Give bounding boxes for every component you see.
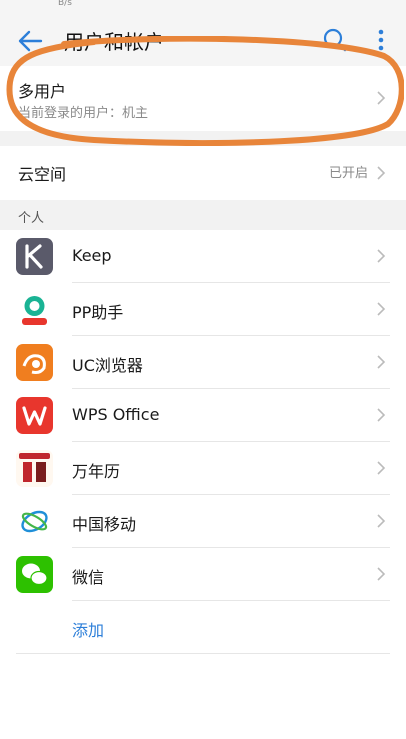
- chevron-right-icon: [377, 567, 386, 581]
- add-account-row[interactable]: 添加: [0, 601, 406, 654]
- cloud-space-title: 云空间: [18, 165, 67, 184]
- chevron-right-icon: [377, 166, 386, 180]
- chevron-right-icon: [377, 91, 386, 105]
- china-mobile-icon: [16, 503, 53, 540]
- wechat-icon: [16, 556, 53, 593]
- back-arrow-icon[interactable]: [16, 28, 44, 54]
- app-name: 微信: [72, 568, 105, 587]
- wps-office-icon: [16, 397, 53, 434]
- chevron-right-icon: [377, 514, 386, 528]
- status-bar: B/s: [0, 0, 406, 14]
- section-gap: [0, 131, 406, 146]
- chevron-right-icon: [377, 302, 386, 316]
- app-name: Keep: [72, 246, 112, 265]
- list-item-pp-assistant[interactable]: PP助手: [0, 283, 406, 336]
- multi-user-subtitle: 当前登录的用户：机主: [18, 106, 149, 121]
- list-item-wps-office[interactable]: WPS Office: [0, 389, 406, 442]
- section-title: 个人: [18, 211, 45, 226]
- list-item-keep[interactable]: Keep: [0, 230, 406, 283]
- cloud-space-row[interactable]: 云空间 已开启: [0, 146, 406, 200]
- list-item-calendar[interactable]: 万年历: [0, 442, 406, 495]
- section-header-personal: 个人: [0, 200, 406, 230]
- list-item-uc-browser[interactable]: UC浏览器: [0, 336, 406, 389]
- app-name: WPS Office: [72, 405, 160, 424]
- keep-icon: [16, 238, 53, 275]
- more-menu-icon[interactable]: [372, 26, 390, 54]
- chevron-right-icon: [377, 408, 386, 422]
- app-name: 中国移动: [72, 515, 137, 534]
- app-name: 万年历: [72, 462, 121, 481]
- list-item-wechat[interactable]: 微信: [0, 548, 406, 601]
- app-bar: 用户和帐户: [0, 14, 406, 66]
- app-name: PP助手: [72, 303, 124, 322]
- chevron-right-icon: [377, 355, 386, 369]
- pp-assistant-icon: [16, 291, 53, 328]
- app-account-list: Keep PP助手 UC浏览器 WPS Office 万年历 中国移动 微信 添…: [0, 230, 406, 654]
- divider: [16, 653, 390, 654]
- chevron-right-icon: [377, 461, 386, 475]
- multi-user-row[interactable]: 多用户 当前登录的用户：机主: [0, 66, 406, 131]
- list-item-china-mobile[interactable]: 中国移动: [0, 495, 406, 548]
- calendar-icon: [16, 450, 53, 487]
- network-speed: B/s: [58, 0, 72, 8]
- search-icon[interactable]: [322, 27, 348, 53]
- app-name: UC浏览器: [72, 356, 143, 375]
- page-title: 用户和帐户: [64, 30, 164, 54]
- add-account-link[interactable]: 添加: [72, 617, 104, 641]
- multi-user-title: 多用户: [18, 82, 67, 101]
- chevron-right-icon: [377, 249, 386, 263]
- uc-browser-icon: [16, 344, 53, 381]
- cloud-space-status: 已开启: [328, 166, 368, 181]
